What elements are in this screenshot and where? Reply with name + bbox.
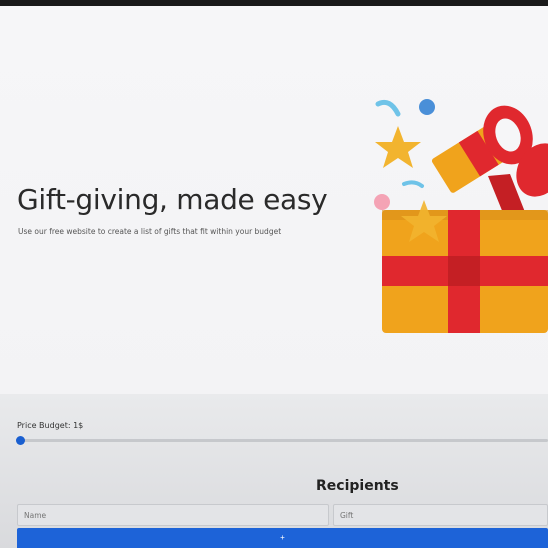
confetti-pink-dot [374, 194, 390, 210]
add-recipient-button[interactable]: + [17, 528, 548, 548]
recipient-gift-input[interactable] [333, 504, 548, 526]
price-budget-label: Price Budget: 1$ [17, 421, 84, 430]
star-icon [375, 126, 421, 168]
recipients-heading: Recipients [316, 478, 399, 494]
gift-box-illustration [374, 99, 548, 333]
confetti-blue-swirl [375, 99, 401, 117]
recipient-name-input[interactable] [17, 504, 329, 526]
hero-subtitle: Use our free website to create a list of… [18, 227, 282, 236]
price-budget-slider-thumb[interactable] [16, 436, 25, 445]
confetti-blue-dot [419, 99, 435, 115]
price-budget-slider[interactable] [20, 439, 548, 442]
confetti-small-swirl [402, 180, 424, 188]
hero-title: Gift-giving, made easy [17, 183, 328, 216]
